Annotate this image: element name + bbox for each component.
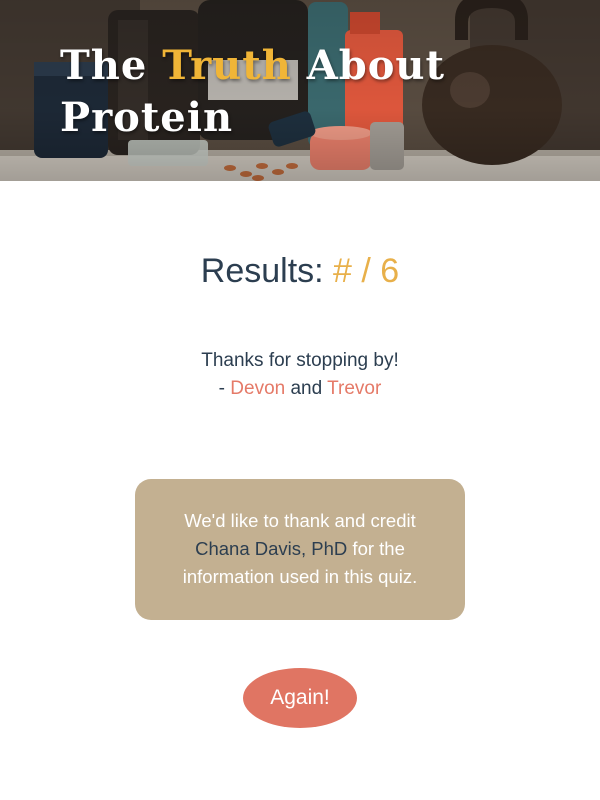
again-button[interactable]: Again! — [243, 668, 357, 728]
results-label: Results: — [200, 252, 334, 290]
credit-author-link[interactable]: Chana Davis, PhD — [195, 538, 347, 559]
author-devon: Devon — [230, 378, 286, 399]
authors-line: - Devon and Trevor — [0, 375, 600, 403]
title-accent-word: Truth — [162, 42, 292, 89]
author-trevor: Trevor — [327, 378, 382, 399]
credit-card: We'd like to thank and credit Chana Davi… — [135, 479, 465, 620]
credit-text-before: We'd like to thank and credit — [184, 510, 416, 531]
authors-prefix: - — [218, 378, 231, 399]
authors-joiner: and — [285, 378, 328, 399]
title-text: The — [60, 42, 163, 89]
hero-banner: The Truth About Protein — [0, 0, 600, 181]
results-score: # / 6 — [333, 252, 400, 290]
results-heading: Results: # / 6 — [0, 252, 600, 291]
thanks-message: Thanks for stopping by! - Devon and Trev… — [0, 347, 600, 403]
page-title: The Truth About Protein — [60, 40, 530, 144]
thanks-line: Thanks for stopping by! — [201, 350, 399, 371]
